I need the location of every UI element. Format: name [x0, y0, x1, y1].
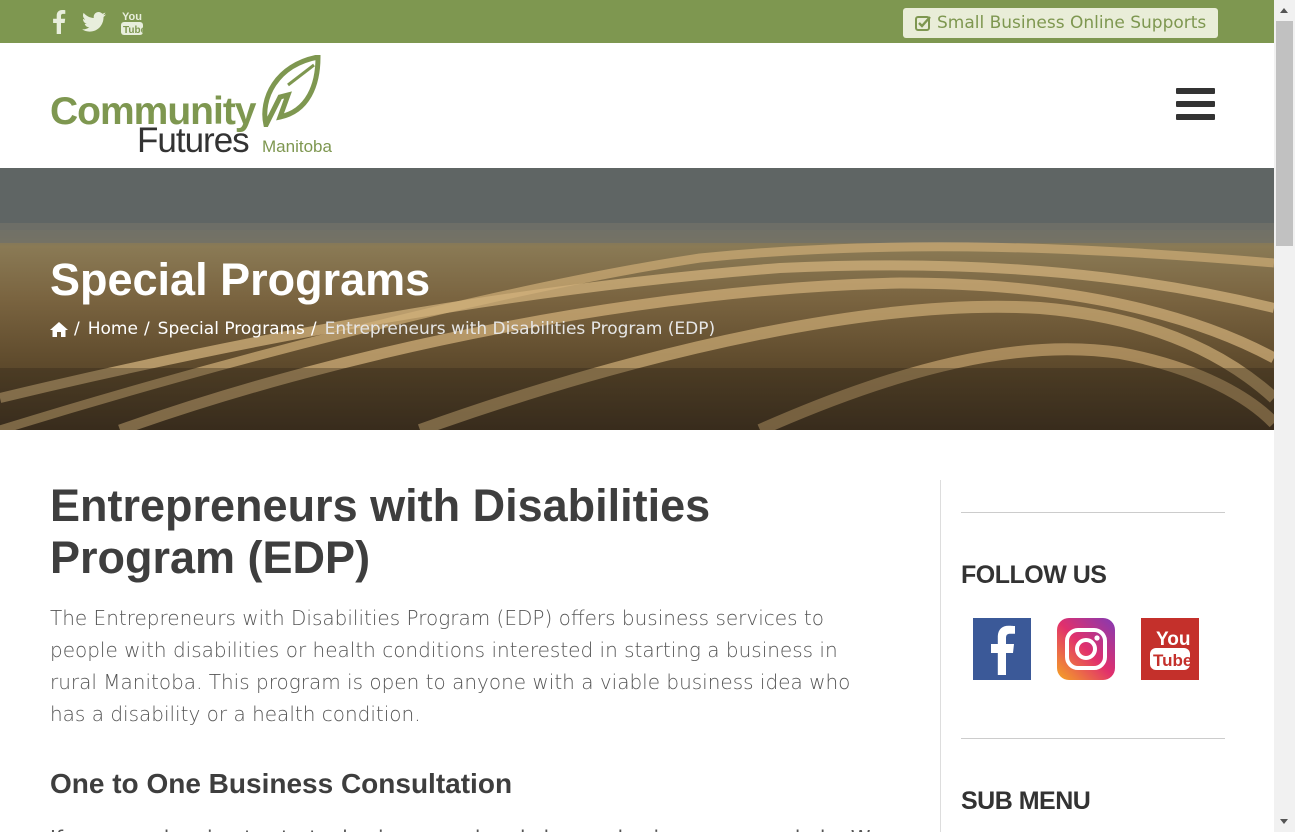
community-futures-logo[interactable]: Community Futures Manitoba: [50, 55, 340, 160]
sub-menu-title: SUB MENU: [961, 787, 1091, 815]
site-header: Community Futures Manitoba: [0, 43, 1274, 168]
scrollbar[interactable]: [1274, 0, 1295, 832]
scroll-up-icon[interactable]: [1280, 8, 1288, 13]
facebook-icon[interactable]: [973, 618, 1031, 680]
scroll-down-icon[interactable]: [1280, 819, 1288, 824]
content-divider: [940, 480, 941, 832]
top-bar: You Tube Small Business Online Supports: [0, 0, 1274, 43]
sidebar-divider: [961, 512, 1225, 513]
scrollbar-thumb[interactable]: [1276, 21, 1293, 246]
intro-paragraph: The Entrepreneurs with Disabilities Prog…: [50, 606, 851, 726]
youtube-icon[interactable]: You Tube: [119, 9, 145, 35]
main-content: Entrepreneurs with Disabilities Program …: [50, 480, 924, 832]
hero-banner: Special Programs / Home / Special Progra…: [0, 168, 1274, 430]
svg-text:You: You: [122, 11, 142, 23]
hamburger-icon[interactable]: [1176, 88, 1215, 122]
leaf-icon: [262, 55, 321, 127]
home-icon[interactable]: [50, 321, 68, 337]
checkbox-icon: [915, 16, 931, 31]
twitter-icon[interactable]: [81, 9, 107, 35]
breadcrumb-current: Entrepreneurs with Disabilities Program …: [324, 319, 716, 339]
logo-futures: Futures: [137, 121, 250, 160]
svg-text:Tube: Tube: [123, 25, 143, 35]
sidebar-divider: [961, 738, 1225, 739]
small-business-supports-button[interactable]: Small Business Online Supports: [903, 8, 1218, 38]
consultation-heading: One to One Business Consultation: [50, 768, 513, 799]
page-title: Special Programs: [50, 254, 431, 305]
breadcrumb: / Home / Special Programs / Entrepreneur…: [50, 319, 715, 339]
content-heading: Entrepreneurs with Disabilities Program …: [50, 480, 711, 583]
support-button-label: Small Business Online Supports: [937, 13, 1207, 33]
svg-text:Tube: Tube: [1153, 651, 1192, 670]
svg-text:You: You: [1156, 629, 1190, 650]
breadcrumb-special-programs[interactable]: Special Programs: [158, 319, 305, 339]
youtube-icon[interactable]: YouTube: [1141, 618, 1199, 680]
consultation-paragraph: If you are planning to start a business …: [50, 822, 924, 832]
follow-us-title: FOLLOW US: [961, 561, 1107, 589]
logo-manitoba: Manitoba: [262, 137, 332, 156]
breadcrumb-home[interactable]: Home: [88, 319, 138, 339]
facebook-icon[interactable]: [46, 9, 72, 35]
instagram-icon[interactable]: [1057, 618, 1115, 680]
sidebar: FOLLOW US You Tube SUB MENU: [961, 480, 1225, 816]
follow-icons: You Tube: [973, 618, 1225, 680]
